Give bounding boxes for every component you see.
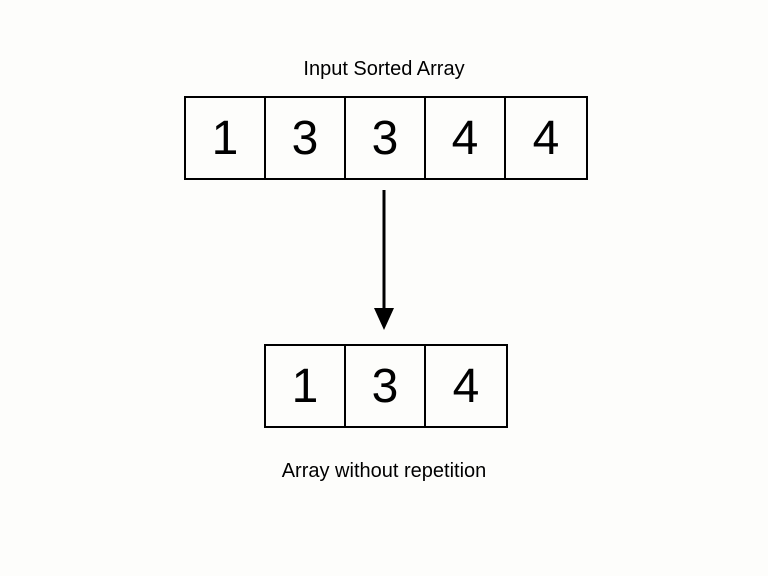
input-array-label: Input Sorted Array bbox=[0, 58, 768, 81]
input-cell: 4 bbox=[506, 98, 586, 178]
input-cell: 4 bbox=[426, 98, 506, 178]
input-cell: 3 bbox=[346, 98, 426, 178]
input-cell: 3 bbox=[266, 98, 346, 178]
output-cell: 3 bbox=[346, 346, 426, 426]
output-cell: 1 bbox=[266, 346, 346, 426]
input-array: 1 3 3 4 4 bbox=[184, 96, 588, 180]
output-cell: 4 bbox=[426, 346, 506, 426]
output-array: 1 3 4 bbox=[264, 344, 508, 428]
arrow-down-icon bbox=[374, 190, 394, 330]
output-array-label: Array without repetition bbox=[0, 460, 768, 483]
input-cell: 1 bbox=[186, 98, 266, 178]
